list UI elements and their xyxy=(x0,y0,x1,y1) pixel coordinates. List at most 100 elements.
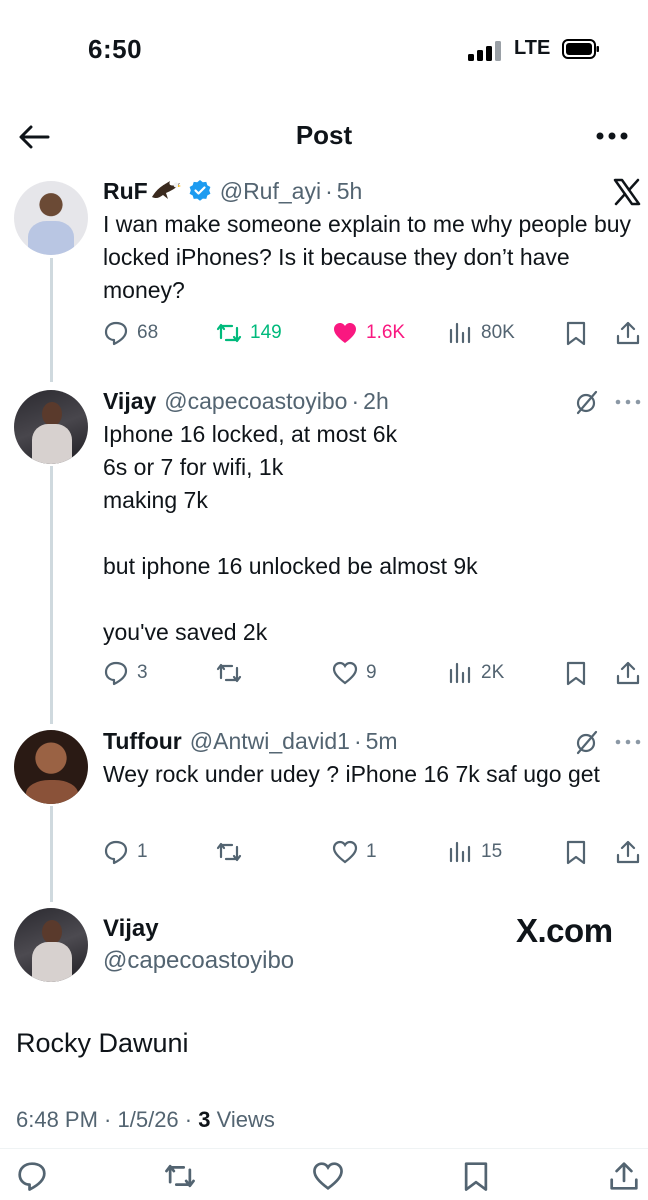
reply-button[interactable]: 1 xyxy=(103,836,148,868)
heart-icon xyxy=(332,840,358,864)
reply-button[interactable]: 68 xyxy=(103,317,158,349)
tweet-text: Wey rock under udey ? iPhone 16 7k saf u… xyxy=(103,758,603,791)
separator-dot: · xyxy=(353,728,362,754)
heart-icon xyxy=(332,661,358,685)
tweet-text-line: making 7k xyxy=(103,487,208,513)
share-icon xyxy=(616,321,640,345)
like-button[interactable]: 1 xyxy=(332,836,377,868)
views-icon xyxy=(449,322,471,344)
like-button[interactable]: 9 xyxy=(332,657,377,689)
views-count[interactable]: 3 xyxy=(198,1107,210,1132)
network-label: LTE xyxy=(514,37,551,59)
tweet-actions: 68 149 1.6K 80K xyxy=(103,317,643,349)
reply-count: 1 xyxy=(137,841,148,862)
bookmark-icon xyxy=(566,661,586,686)
reply-icon xyxy=(104,321,128,346)
post-date: 1/5/26 xyxy=(117,1107,179,1132)
reply-icon[interactable] xyxy=(16,1160,48,1192)
views-label: Views xyxy=(216,1107,275,1132)
views-button[interactable]: 15 xyxy=(447,836,502,868)
heart-filled-icon xyxy=(334,323,356,343)
author-name[interactable]: Vijay xyxy=(103,915,159,943)
author-name[interactable]: Vijay xyxy=(103,386,156,416)
bookmark-icon[interactable] xyxy=(460,1160,492,1192)
share-button[interactable] xyxy=(615,657,641,689)
eagle-emoji-icon xyxy=(151,181,181,199)
verified-badge-icon xyxy=(189,180,211,201)
repost-icon xyxy=(216,663,242,683)
tweet-text-line xyxy=(103,583,633,616)
tweet-text-line: 6s or 7 for wifi, 1k xyxy=(103,454,284,480)
author-handle[interactable]: @Antwi_david1 xyxy=(190,726,350,756)
status-bar: 6:50 LTE xyxy=(0,0,648,100)
tweet-text-line: but iphone 16 unlocked be almost 9k xyxy=(103,553,478,579)
thread-line xyxy=(50,258,53,382)
heart-icon[interactable] xyxy=(312,1160,344,1192)
author-name[interactable]: Tuffour xyxy=(103,726,182,756)
page-title: Post xyxy=(295,120,353,150)
author-handle[interactable]: @Ruf_ayi xyxy=(220,176,321,206)
divider xyxy=(0,1148,648,1149)
more-options-icon[interactable] xyxy=(614,737,642,747)
bookmark-icon xyxy=(566,840,586,865)
tweet-text-line: Wey rock under udey ? iPhone 16 7k saf u… xyxy=(103,761,600,787)
post-text: Rocky Dawuni xyxy=(16,1028,189,1058)
share-button[interactable] xyxy=(615,317,641,349)
bookmark-button[interactable] xyxy=(563,836,589,868)
views-count: 15 xyxy=(481,841,503,862)
avatar[interactable] xyxy=(14,730,88,804)
separator-dot: · xyxy=(351,388,360,414)
views-button[interactable]: 2K xyxy=(447,657,504,689)
separator-dot: · xyxy=(178,1107,199,1132)
author-handle[interactable]: @capecoastoyibo xyxy=(103,947,294,975)
avatar[interactable] xyxy=(14,181,88,255)
reply-count: 68 xyxy=(137,322,159,343)
repost-icon xyxy=(216,323,242,343)
tweet-actions: 1 1 15 xyxy=(103,836,643,868)
post-meta: 6:48 PM · 1/5/26 · 3 Views xyxy=(16,1107,275,1133)
more-options-icon[interactable] xyxy=(594,124,630,148)
reply-count: 3 xyxy=(137,662,148,683)
tweet-text-line: Iphone 16 locked, at most 6k xyxy=(103,421,398,447)
status-time: 6:50 xyxy=(88,34,143,64)
share-icon xyxy=(616,840,640,864)
header: Post xyxy=(0,110,648,166)
tweet[interactable]: RuF @Ruf_ayi · 5h I wan make someone exp… xyxy=(103,176,633,307)
signal-icon xyxy=(468,41,501,61)
views-count: 2K xyxy=(481,662,505,683)
post-time: 2h xyxy=(363,388,389,414)
reply-button[interactable]: 3 xyxy=(103,657,148,689)
tweet-text-line: I wan make someone explain to me why peo… xyxy=(103,211,632,303)
tweet-actions: 3 9 2K xyxy=(103,657,643,689)
bookmark-button[interactable] xyxy=(563,657,589,689)
bookmark-button[interactable] xyxy=(563,317,589,349)
bookmark-icon xyxy=(566,321,586,346)
share-icon[interactable] xyxy=(608,1160,640,1192)
author-handle[interactable]: @capecoastoyibo xyxy=(164,386,347,416)
grok-icon[interactable] xyxy=(574,389,600,415)
avatar[interactable] xyxy=(14,390,88,464)
like-count: 1 xyxy=(366,841,377,862)
grok-icon[interactable] xyxy=(574,729,600,755)
repost-icon[interactable] xyxy=(164,1160,196,1192)
post-time: 6:48 PM xyxy=(16,1107,98,1132)
avatar[interactable] xyxy=(14,908,88,982)
more-options-icon[interactable] xyxy=(614,397,642,407)
repost-button[interactable]: 149 xyxy=(216,317,282,349)
author-name[interactable]: RuF xyxy=(103,176,148,206)
tweet-text-line: you've saved 2k xyxy=(103,619,268,645)
tweet[interactable]: Vijay @capecoastoyibo · 2h Iphone 16 loc… xyxy=(103,386,633,649)
thread-line xyxy=(50,806,53,902)
like-count: 9 xyxy=(366,662,377,683)
like-button[interactable]: 1.6K xyxy=(332,317,405,349)
tweet[interactable]: Tuffour @Antwi_david1 · 5m Wey rock unde… xyxy=(103,726,633,791)
reply-icon xyxy=(104,840,128,865)
repost-button[interactable] xyxy=(216,657,242,689)
x-logo-icon xyxy=(613,178,641,206)
share-button[interactable] xyxy=(615,836,641,868)
views-button[interactable]: 80K xyxy=(447,317,515,349)
battery-icon xyxy=(562,39,599,59)
repost-count: 149 xyxy=(250,322,282,343)
views-icon xyxy=(449,662,471,684)
repost-button[interactable] xyxy=(216,836,242,868)
